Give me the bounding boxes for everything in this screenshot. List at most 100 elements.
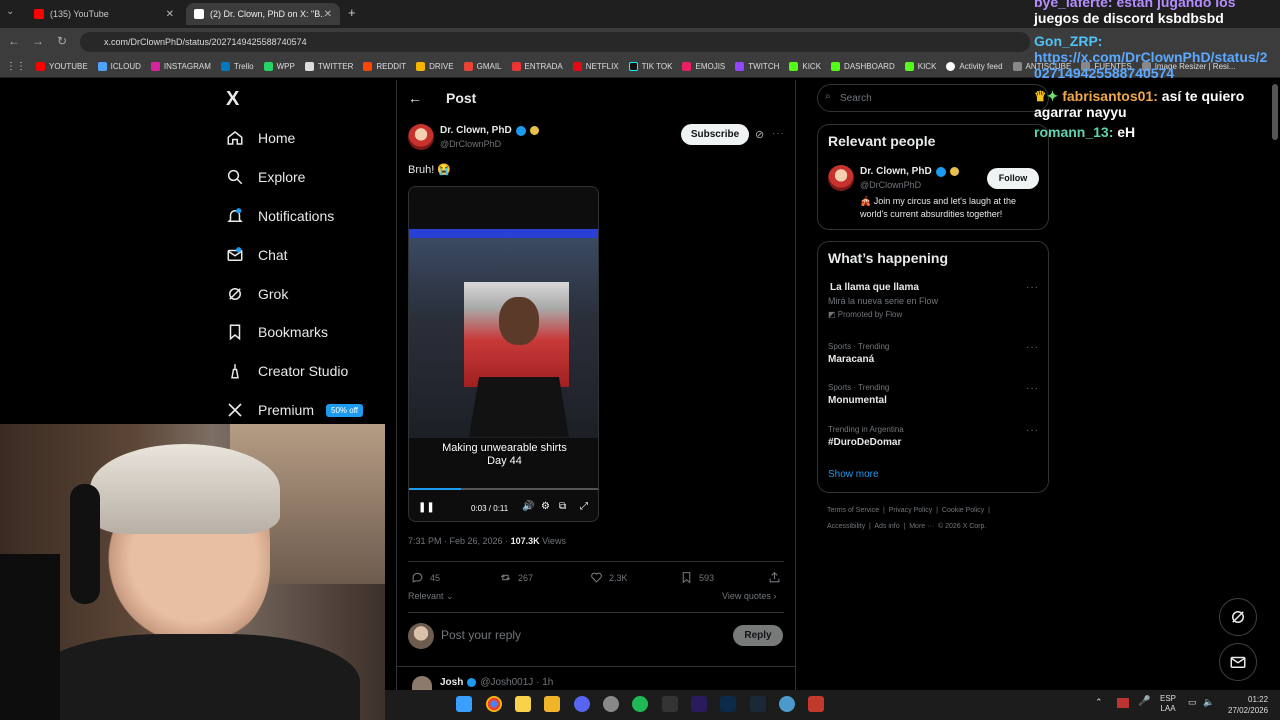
trend-more-icon[interactable]: ···	[1026, 425, 1039, 436]
trend-more-icon[interactable]: ···	[1026, 383, 1039, 394]
nav-chat[interactable]: Chat	[226, 241, 288, 269]
nav-notifications[interactable]: Notifications	[226, 202, 334, 230]
bookmark-stat[interactable]: 593	[680, 571, 714, 584]
bookmark-kick-2[interactable]: KICK	[904, 62, 936, 71]
url-bar[interactable]: x.com/DrClownPhD/status/2027149425588740…	[80, 32, 1030, 52]
x-logo[interactable]: X	[226, 88, 239, 111]
bookmark-icloud[interactable]: ICLOUD	[97, 62, 141, 71]
chrome-taskbar-icon[interactable]	[486, 696, 502, 712]
nav-home[interactable]: Home	[226, 124, 295, 152]
more-options-icon[interactable]: ···	[772, 128, 785, 139]
reload-icon[interactable]: ↻	[54, 34, 70, 48]
reply-input[interactable]: Post your reply	[441, 628, 521, 642]
forward-icon[interactable]: →	[30, 34, 46, 48]
person-avatar[interactable]	[828, 165, 854, 191]
reply-button[interactable]: Reply	[733, 625, 783, 646]
back-arrow-icon[interactable]: ←	[408, 90, 422, 106]
premiere-icon[interactable]	[691, 696, 707, 712]
bookmark-tiktok[interactable]: TIK TOK	[628, 62, 672, 71]
reply-stat[interactable]: 45	[411, 571, 440, 584]
trend-item[interactable]: Sports · Trending Maracaná	[828, 342, 889, 365]
app-icon[interactable]	[662, 696, 678, 712]
author-name-row[interactable]: Dr. Clown, PhD	[440, 125, 539, 136]
footer-links[interactable]: Terms of Service | Privacy Policy | Cook…	[827, 507, 990, 514]
steam-icon[interactable]	[750, 696, 766, 712]
author-avatar[interactable]	[408, 124, 434, 150]
nav-creator-studio[interactable]: Creator Studio	[226, 357, 348, 385]
bookmark-dashboard[interactable]: DASHBOARD	[831, 62, 895, 71]
file-explorer-icon[interactable]	[544, 696, 560, 712]
photoshop-icon[interactable]	[720, 696, 736, 712]
like-stat[interactable]: 2.3K	[590, 571, 628, 584]
reply-author-avatar[interactable]	[412, 676, 432, 690]
nav-premium[interactable]: Premium 50% off	[226, 396, 363, 424]
footer-links-2[interactable]: Accessibility | Ads info | More ··· © 20…	[827, 523, 986, 530]
bookmark-youtube[interactable]: YOUTUBE	[36, 62, 88, 71]
close-tab-icon[interactable]: ✕	[324, 9, 332, 20]
tab-list-chevron-icon[interactable]: ⌄	[6, 6, 14, 17]
follow-button[interactable]: Follow	[987, 168, 1039, 189]
user-avatar[interactable]	[408, 623, 434, 649]
obs-icon[interactable]	[603, 696, 619, 712]
bookmark-entrada[interactable]: ENTRADA	[511, 62, 563, 71]
sticky-notes-icon[interactable]	[515, 696, 531, 712]
language-indicator[interactable]: ESP LAA	[1160, 694, 1176, 714]
discord-icon[interactable]	[574, 696, 590, 712]
tab-youtube[interactable]: (135) YouTube ✕	[26, 3, 182, 25]
search-input[interactable]: Search	[817, 84, 1049, 112]
back-icon[interactable]: ←	[6, 34, 22, 48]
bookmark-activity-feed[interactable]: Activity feed	[946, 62, 1003, 71]
volume-icon[interactable]: 🔊	[522, 501, 534, 512]
fullscreen-icon[interactable]: ⤢	[580, 501, 588, 512]
trend-more-icon[interactable]: ···	[1026, 282, 1039, 293]
clock[interactable]: 01:22 27/02/2026	[1228, 694, 1268, 716]
reply-author-row[interactable]: Josh @Josh001J · 1h	[440, 677, 553, 688]
bookmark-twitch[interactable]: TWITCH	[735, 62, 779, 71]
bookmark-netflix[interactable]: NETFLIX	[572, 62, 619, 71]
trend-item[interactable]: La llama que llama Mirá la nueva serie e…	[828, 282, 1038, 319]
video-progress-track[interactable]	[409, 488, 598, 490]
grok-explain-icon[interactable]: ⊘	[755, 128, 764, 141]
person-name-row[interactable]: Dr. Clown, PhD	[860, 166, 959, 177]
tray-app-icon[interactable]	[1117, 698, 1129, 708]
show-more-link[interactable]: Show more	[828, 469, 879, 480]
edge-icon[interactable]	[779, 696, 795, 712]
microphone-icon[interactable]: 🎤	[1138, 696, 1150, 707]
grok-floating-button[interactable]	[1219, 598, 1257, 636]
tab-x-post[interactable]: (2) Dr. Clown, PhD on X: "B... ✕	[186, 3, 340, 25]
bookmark-twitter[interactable]: TWITTER	[304, 62, 353, 71]
new-tab-icon[interactable]: +	[348, 5, 356, 20]
trend-more-icon[interactable]: ···	[1026, 342, 1039, 353]
bookmark-emojis[interactable]: EMOJIS	[682, 62, 725, 71]
bookmark-trello[interactable]: Trello	[220, 62, 254, 71]
bookmark-drive[interactable]: DRIVE	[416, 62, 454, 71]
trend-item[interactable]: Trending in Argentina #DuroDeDomar	[828, 425, 904, 448]
pause-icon[interactable]: ❚❚	[418, 502, 435, 513]
apps-icon[interactable]: ⋮⋮	[6, 61, 26, 72]
repost-stat[interactable]: 267	[499, 571, 533, 584]
share-stat[interactable]	[768, 571, 787, 584]
network-icon[interactable]: ▭	[1188, 697, 1197, 708]
messages-floating-button[interactable]	[1219, 643, 1257, 681]
windows-start-icon[interactable]	[456, 696, 472, 712]
nav-bookmarks[interactable]: Bookmarks	[226, 318, 328, 346]
app-icon-red[interactable]	[808, 696, 824, 712]
close-tab-icon[interactable]: ✕	[166, 9, 174, 20]
bookmark-kick[interactable]: KICK	[789, 62, 821, 71]
tray-chevron-icon[interactable]: ⌃	[1095, 697, 1103, 708]
bookmark-gmail[interactable]: GMAIL	[463, 62, 502, 71]
bookmark-reddit[interactable]: REDDIT	[363, 62, 406, 71]
trend-item[interactable]: Sports · Trending Monumental	[828, 383, 889, 406]
nav-explore[interactable]: Explore	[226, 163, 305, 191]
volume-tray-icon[interactable]: 🔈	[1203, 697, 1214, 708]
pip-icon[interactable]: ⧉	[559, 501, 566, 512]
bookmark-wpp[interactable]: WPP	[263, 62, 295, 71]
spotify-icon[interactable]	[632, 696, 648, 712]
view-quotes-link[interactable]: View quotes ›	[722, 591, 776, 601]
subscribe-button[interactable]: Subscribe	[681, 124, 749, 145]
nav-grok[interactable]: Grok	[226, 280, 288, 308]
reply-sort-dropdown[interactable]: Relevant ⌄	[408, 591, 454, 602]
settings-icon[interactable]: ⚙	[541, 501, 550, 512]
bookmark-instagram[interactable]: INSTAGRAM	[150, 62, 211, 71]
video-player[interactable]: Making unwearable shirts Day 44 ❚❚ 0:03 …	[408, 186, 599, 522]
